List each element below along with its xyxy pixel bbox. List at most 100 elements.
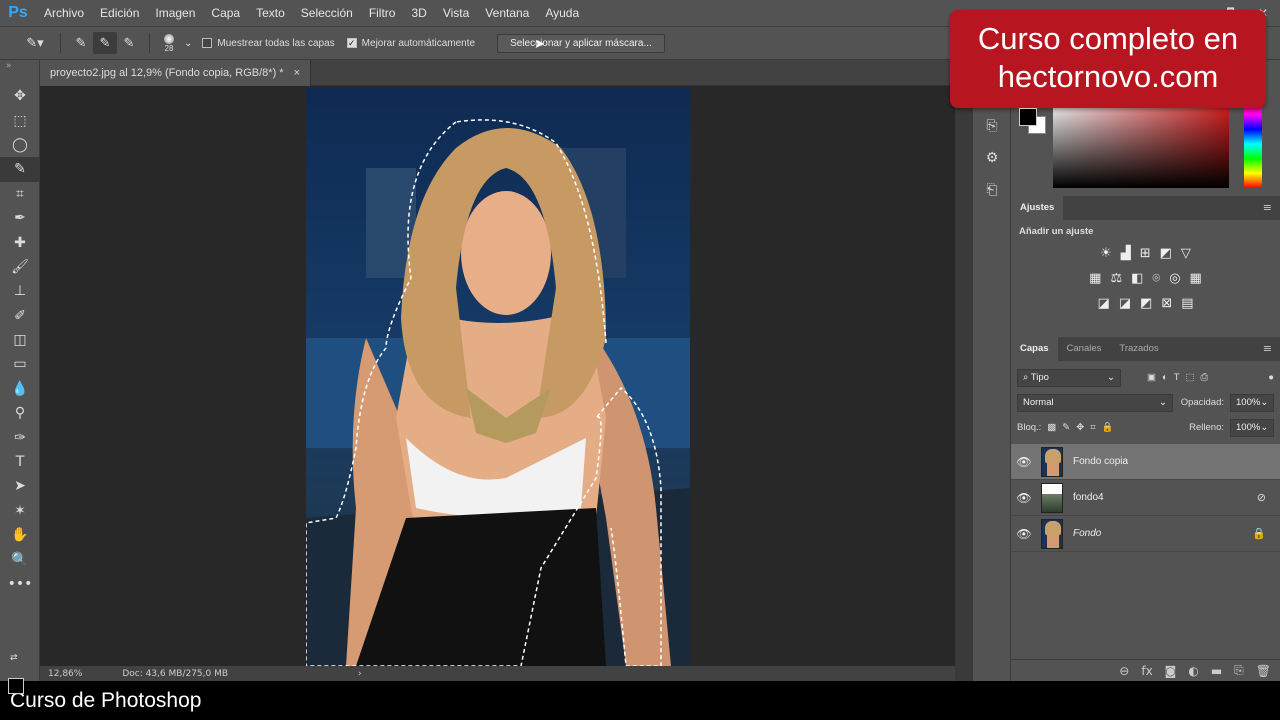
tool-preset-picker[interactable]: ✎▾ — [18, 32, 52, 54]
new-layer-icon[interactable]: ⎘ — [1234, 663, 1244, 678]
collapse-icon[interactable]: » — [0, 60, 39, 84]
tab-ajustes[interactable]: Ajustes — [1011, 196, 1064, 220]
layer-row-fondo-copia[interactable]: 👁 Fondo copia — [1011, 444, 1280, 480]
panel-menu-icon[interactable]: ≡ — [1255, 337, 1280, 361]
eraser-tool-icon[interactable]: ◫ — [0, 328, 40, 352]
foreground-color-swatch[interactable] — [1019, 108, 1037, 126]
canvas-area[interactable] — [40, 86, 955, 666]
add-to-selection-icon[interactable]: ✎ — [93, 32, 117, 54]
gradient-map-icon[interactable]: ▤ — [1181, 296, 1193, 311]
selective-color-icon[interactable]: ⊠ — [1161, 296, 1172, 311]
color-field[interactable] — [1053, 100, 1229, 188]
layer-name[interactable]: Fondo — [1073, 528, 1101, 539]
eye-icon[interactable]: 👁 — [1011, 455, 1037, 469]
layer-name[interactable]: fondo4 — [1073, 492, 1104, 503]
black-white-icon[interactable]: ◧ — [1131, 271, 1143, 286]
menu-imagen[interactable]: Imagen — [147, 0, 203, 26]
menu-capa[interactable]: Capa — [203, 0, 248, 26]
clone-stamp-tool-icon[interactable]: ⊥ — [0, 279, 40, 303]
filter-smart-object-icon[interactable]: ⎙ — [1201, 372, 1209, 383]
pen-tool-icon[interactable]: ✑ — [0, 425, 40, 449]
lock-pixels-icon[interactable]: ✎ — [1062, 422, 1070, 433]
path-selection-tool-icon[interactable]: ➤ — [0, 474, 40, 498]
threshold-icon[interactable]: ◩ — [1140, 296, 1152, 311]
layer-row-fondo4[interactable]: 👁 fondo4 ⊘ — [1011, 480, 1280, 516]
move-tool-icon[interactable]: ✥ — [0, 84, 40, 108]
mask-icon[interactable]: ◙ — [1165, 664, 1177, 678]
filter-type-icon[interactable]: T — [1174, 372, 1180, 383]
menu-ventana[interactable]: Ventana — [477, 0, 537, 26]
adjustment-icon[interactable]: ◐ — [1188, 664, 1198, 678]
menu-3d[interactable]: 3D — [403, 0, 434, 26]
levels-icon[interactable]: ▟ — [1121, 246, 1131, 261]
menu-seleccion[interactable]: Selección — [293, 0, 361, 26]
menu-texto[interactable]: Texto — [248, 0, 293, 26]
photo-filter-icon[interactable]: ⌾ — [1152, 271, 1160, 286]
new-selection-icon[interactable]: ✎ — [69, 32, 93, 54]
dodge-tool-icon[interactable]: ⚲ — [0, 401, 40, 425]
eye-icon[interactable]: 👁 — [1011, 527, 1037, 541]
blend-mode-select[interactable]: Normal ⌄ — [1017, 393, 1173, 412]
auto-enhance-checkbox[interactable]: ✓ Mejorar automáticamente — [346, 38, 475, 49]
layer-name[interactable]: Fondo copia — [1073, 456, 1128, 467]
color-balance-icon[interactable]: ⚖ — [1110, 271, 1122, 286]
filter-shape-icon[interactable]: ⬚ — [1186, 372, 1195, 383]
posterize-icon[interactable]: ◪ — [1119, 296, 1131, 311]
eye-icon[interactable]: 👁 — [1011, 491, 1037, 505]
vertical-scrollbar[interactable] — [955, 60, 972, 681]
foreground-color-swatch[interactable] — [8, 678, 24, 694]
lock-all-icon[interactable]: 🔒 — [1102, 422, 1114, 433]
filter-pixel-icon[interactable]: ▣ — [1147, 372, 1156, 383]
tab-trazados[interactable]: Trazados — [1110, 337, 1167, 361]
filter-toggle-icon[interactable]: ● — [1268, 372, 1274, 383]
type-tool-icon[interactable]: T — [0, 450, 40, 474]
trash-icon[interactable]: 🗑 — [1256, 664, 1271, 678]
group-icon[interactable]: ▬ — [1211, 664, 1222, 678]
menu-filtro[interactable]: Filtro — [361, 0, 404, 26]
link-icon[interactable]: ⊖ — [1119, 664, 1129, 678]
menu-vista[interactable]: Vista — [435, 0, 477, 26]
tab-canales[interactable]: Canales — [1058, 337, 1111, 361]
document-tab[interactable]: proyecto2.jpg al 12,9% (Fondo copia, RGB… — [40, 60, 312, 86]
lock-position-icon[interactable]: ✥ — [1076, 422, 1084, 433]
status-menu-arrow[interactable]: › — [358, 669, 362, 679]
filter-adjustment-icon[interactable]: ◐ — [1162, 372, 1168, 383]
zoom-level[interactable]: 12,86% — [48, 669, 82, 679]
brush-tool-icon[interactable]: 🖌 — [0, 255, 40, 279]
menu-edicion[interactable]: Edición — [92, 0, 147, 26]
more-tools-icon[interactable]: ••• — [0, 572, 40, 596]
sample-all-layers-checkbox[interactable]: Muestrear todas las capas — [202, 38, 335, 49]
lasso-tool-icon[interactable]: ◯ — [0, 133, 40, 157]
fx-icon[interactable]: fx — [1141, 664, 1152, 678]
panel-menu-icon[interactable]: ≡ — [1255, 196, 1280, 220]
tab-capas[interactable]: Capas — [1011, 337, 1058, 361]
subtract-from-selection-icon[interactable]: ✎ — [117, 32, 141, 54]
paragraph-panel-icon[interactable]: ⎗ — [973, 174, 1011, 206]
channel-mixer-icon[interactable]: ◎ — [1169, 271, 1180, 286]
history-brush-tool-icon[interactable]: ✐ — [0, 304, 40, 328]
shape-tool-icon[interactable]: ✶ — [0, 499, 40, 523]
document-image[interactable] — [306, 88, 690, 666]
vibrance-icon[interactable]: ▽ — [1181, 246, 1191, 261]
curves-icon[interactable]: ⊞ — [1140, 246, 1151, 261]
swap-colors-icon[interactable]: ⇄ — [10, 653, 18, 663]
select-and-mask-button[interactable]: Seleccionar y aplicar máscara... — [497, 33, 665, 53]
zoom-tool-icon[interactable]: 🔍 — [0, 547, 40, 571]
eyedropper-tool-icon[interactable]: ✒ — [0, 206, 40, 230]
properties-panel-icon[interactable]: ⚙ — [973, 142, 1011, 174]
layer-filter-select[interactable]: ⌕ Tipo ⌄ — [1017, 368, 1121, 387]
gradient-tool-icon[interactable]: ▭ — [0, 352, 40, 376]
quick-selection-tool-icon[interactable]: ✎ — [0, 157, 40, 182]
hue-saturation-icon[interactable]: ▦ — [1089, 271, 1101, 286]
blur-tool-icon[interactable]: 💧 — [0, 377, 40, 401]
brightness-icon[interactable]: ☀ — [1100, 246, 1112, 261]
invert-icon[interactable]: ◪ — [1097, 296, 1109, 311]
crop-tool-icon[interactable]: ⌗ — [0, 182, 40, 206]
opacity-field[interactable]: 100% ⌄ — [1230, 393, 1274, 412]
hand-tool-icon[interactable]: ✋ — [0, 523, 40, 547]
menu-archivo[interactable]: Archivo — [36, 0, 92, 26]
hue-slider[interactable] — [1244, 100, 1262, 188]
chevron-down-icon[interactable]: ⌄ — [184, 38, 192, 49]
close-tab-icon[interactable]: × — [294, 67, 300, 79]
layer-row-fondo[interactable]: 👁 Fondo 🔒 — [1011, 516, 1280, 552]
